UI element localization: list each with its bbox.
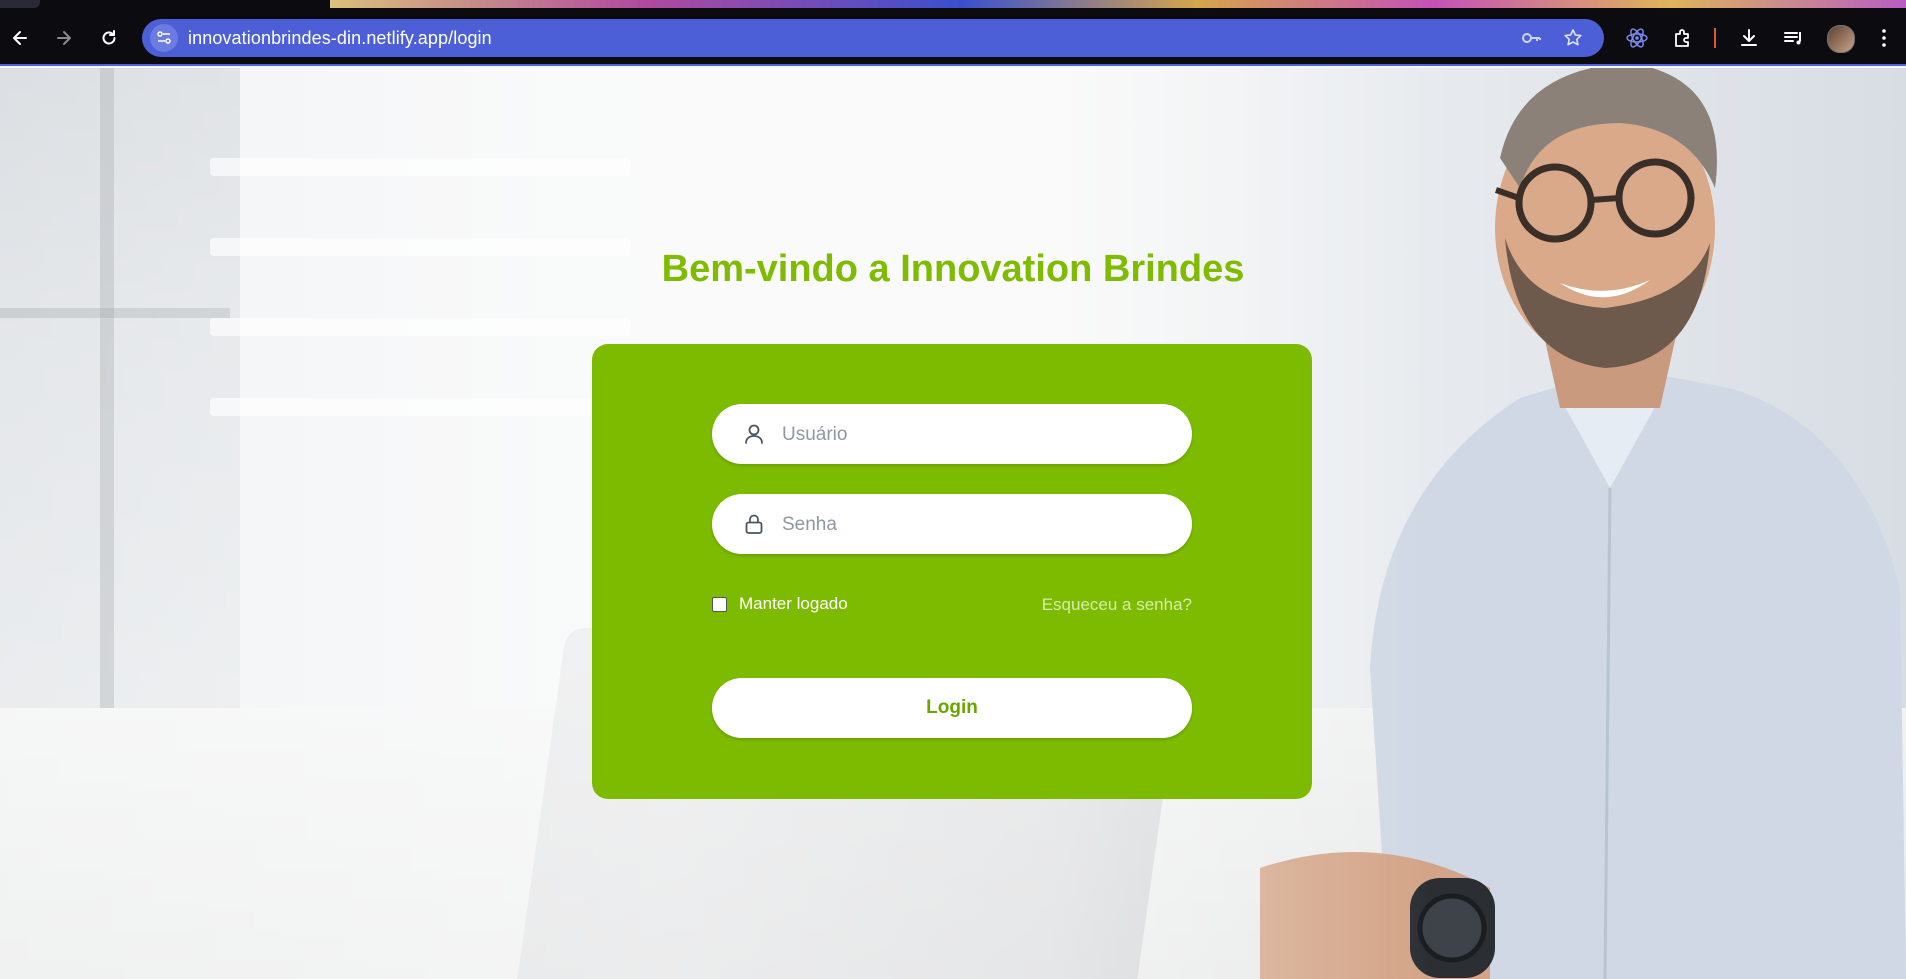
- extensions-icon[interactable]: [1671, 26, 1695, 50]
- user-icon: [745, 424, 763, 444]
- login-card: Manter logado Esqueceu a senha? Login: [592, 344, 1312, 799]
- tab-strip-left: [0, 0, 40, 8]
- profile-avatar[interactable]: [1827, 25, 1855, 53]
- url-text[interactable]: innovationbrindes-din.netlify.app/login: [188, 28, 492, 49]
- remember-me[interactable]: Manter logado: [712, 594, 848, 614]
- reload-icon: [102, 30, 116, 45]
- menu-icon[interactable]: [1872, 26, 1896, 50]
- media-control-icon[interactable]: [1782, 26, 1806, 50]
- lock-icon: [745, 514, 763, 534]
- remember-me-label[interactable]: Manter logado: [739, 594, 848, 614]
- back-button[interactable]: [4, 22, 36, 54]
- forward-icon: [57, 31, 71, 45]
- address-bar[interactable]: innovationbrindes-din.netlify.app/login: [142, 19, 1604, 57]
- password-input[interactable]: [780, 494, 1174, 556]
- password-key-icon[interactable]: [1520, 27, 1542, 49]
- remember-me-checkbox[interactable]: [712, 596, 727, 612]
- username-input[interactable]: [780, 404, 1174, 466]
- download-icon[interactable]: [1737, 26, 1761, 50]
- page-title: Bem-vindo a Innovation Brindes: [661, 248, 1245, 290]
- site-info-button[interactable]: [150, 24, 178, 52]
- forward-button[interactable]: [48, 22, 80, 54]
- tab-strip: [330, 0, 1906, 8]
- username-field[interactable]: [712, 404, 1192, 466]
- site-info-icon: [157, 31, 171, 44]
- back-icon: [13, 31, 27, 45]
- bookmark-star-icon[interactable]: [1562, 27, 1584, 49]
- toolbar-separator: [1714, 28, 1716, 48]
- password-field[interactable]: [712, 494, 1192, 556]
- browser-toolbar: innovationbrindes-din.netlify.app/login: [0, 0, 1906, 66]
- reload-button[interactable]: [93, 22, 125, 54]
- react-devtools-icon[interactable]: [1625, 26, 1649, 50]
- login-button[interactable]: Login: [712, 678, 1192, 738]
- forgot-password-link[interactable]: Esqueceu a senha?: [1042, 595, 1192, 615]
